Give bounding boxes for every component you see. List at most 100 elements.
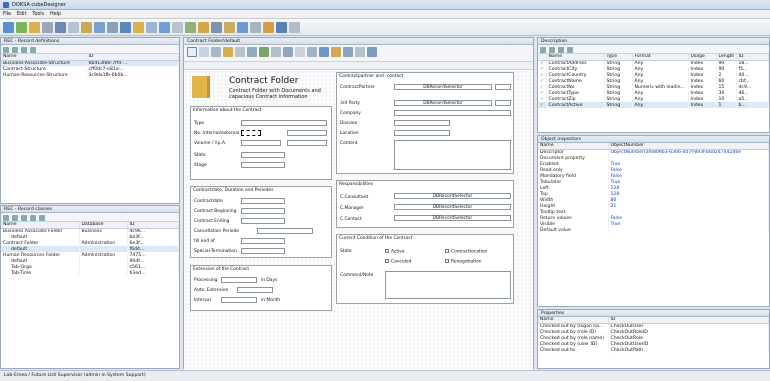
contract-partner-selector[interactable]: DBRecordSelector — [394, 84, 492, 90]
delete-icon[interactable] — [558, 46, 564, 53]
record-classes-panel: REC - Record classes Name Database ID Busi… — [0, 205, 180, 369]
info-icon[interactable] — [237, 22, 248, 33]
text-icon[interactable] — [199, 47, 209, 57]
number-internal-field[interactable] — [241, 130, 261, 136]
key-icon[interactable] — [263, 22, 274, 33]
tab-icon[interactable] — [343, 47, 353, 57]
contract-partner-field[interactable] — [495, 84, 511, 90]
delete-icon[interactable] — [21, 214, 27, 221]
third-party-field[interactable] — [495, 100, 511, 106]
dates-group: Contractdate, Duration and Periodes Cont… — [190, 186, 332, 258]
delete-icon[interactable] — [21, 46, 27, 53]
renegotiation-checkbox[interactable]: Renegotiation — [445, 259, 482, 265]
processing-field[interactable] — [221, 277, 257, 283]
memo-icon[interactable] — [295, 47, 305, 57]
check-icon[interactable] — [185, 22, 196, 33]
radio-icon[interactable] — [271, 47, 281, 57]
contractlocation-checkbox[interactable]: Contractlocation — [445, 249, 487, 255]
canceled-checkbox[interactable]: Canceled — [385, 259, 411, 265]
content-memo[interactable] — [394, 140, 511, 170]
textbox-icon[interactable] — [247, 47, 257, 57]
table-row[interactable]: Tab-Time 63ed... — [1, 270, 179, 276]
edit-icon[interactable] — [30, 46, 36, 53]
till-end-select[interactable] — [241, 238, 285, 244]
volume-year-field[interactable] — [287, 140, 327, 146]
type-select[interactable] — [241, 120, 327, 126]
menu-file[interactable]: File — [0, 10, 14, 18]
comment-memo[interactable] — [385, 271, 511, 299]
form-canvas: Contract Folder Contract Folder with Doc… — [184, 70, 533, 370]
stage-select[interactable] — [241, 162, 285, 168]
contact-selector[interactable]: DBRecordSelector — [394, 215, 511, 221]
division-select[interactable] — [394, 120, 450, 126]
settings-icon[interactable] — [250, 22, 261, 33]
main-toolbar — [0, 19, 770, 36]
contract-ending-field[interactable] — [241, 218, 285, 224]
menu-tools[interactable]: Tools — [29, 10, 47, 18]
consultant-selector[interactable]: DBRecordSelector — [394, 193, 511, 199]
label-icon[interactable] — [211, 47, 221, 57]
refresh-icon[interactable] — [39, 214, 45, 221]
table-row[interactable]: Checked out to CheckOutPath — [538, 347, 769, 353]
link-icon[interactable] — [211, 22, 222, 33]
pointer-icon[interactable] — [187, 47, 197, 57]
property-row[interactable]: Default value — [538, 227, 769, 233]
folder-icon[interactable] — [133, 22, 144, 33]
state-select[interactable] — [241, 152, 285, 158]
button-icon[interactable] — [235, 47, 245, 57]
grid-icon[interactable] — [146, 22, 157, 33]
interval-field[interactable] — [221, 297, 257, 303]
description-title: Description — [538, 38, 769, 45]
combo-icon[interactable] — [283, 47, 293, 57]
open-icon[interactable] — [16, 22, 27, 33]
add-icon[interactable] — [3, 46, 9, 53]
selector-icon[interactable] — [355, 47, 365, 57]
table-icon[interactable] — [159, 22, 170, 33]
paste-icon[interactable] — [81, 22, 92, 33]
number-external-field[interactable] — [287, 130, 327, 136]
special-termination-field[interactable] — [241, 248, 285, 254]
menu-edit[interactable]: Edit — [14, 10, 29, 18]
add-icon[interactable] — [540, 46, 546, 53]
new-icon[interactable] — [3, 22, 14, 33]
contractdate-field[interactable] — [241, 198, 285, 204]
help-icon[interactable] — [289, 22, 300, 33]
volume-field[interactable] — [241, 140, 281, 146]
object-inspector-title: Object inspectors — [538, 136, 769, 143]
table-row[interactable]: Human-Resources-Structure 3c9da1fb-6b0b..… — [1, 72, 179, 78]
add-icon[interactable] — [3, 214, 9, 221]
edit-icon[interactable] — [567, 46, 573, 53]
form-icon[interactable] — [120, 22, 131, 33]
group-icon[interactable] — [331, 47, 341, 57]
checkbox-icon[interactable] — [259, 47, 269, 57]
manager-selector[interactable]: DBRecordSelector — [394, 204, 511, 210]
copy-icon[interactable] — [68, 22, 79, 33]
copy-icon[interactable] — [549, 46, 555, 53]
align-icon[interactable] — [367, 47, 377, 57]
contract-beginning-field[interactable] — [241, 208, 285, 214]
edit-icon[interactable] — [198, 22, 209, 33]
cut-icon[interactable] — [55, 22, 66, 33]
active-checkbox[interactable]: Active — [385, 249, 405, 255]
location-select[interactable] — [394, 130, 450, 136]
copy-icon[interactable] — [12, 214, 18, 221]
save-icon[interactable] — [29, 22, 40, 33]
grid-icon[interactable] — [319, 47, 329, 57]
edit-icon[interactable] — [30, 214, 36, 221]
users-icon[interactable] — [276, 22, 287, 33]
third-party-selector[interactable]: DBRecordSelector — [394, 100, 492, 106]
undo-icon[interactable] — [94, 22, 105, 33]
copy-icon[interactable] — [12, 46, 18, 53]
auto-extension-field[interactable] — [237, 287, 273, 293]
date-icon[interactable] — [307, 47, 317, 57]
column-header[interactable]: Length — [716, 54, 737, 61]
cancellation-period-select[interactable] — [257, 228, 313, 234]
redo-icon[interactable] — [107, 22, 118, 33]
list-icon[interactable] — [172, 22, 183, 33]
lock-icon[interactable] — [224, 22, 235, 33]
menu-help[interactable]: Help — [47, 10, 64, 18]
table-row[interactable]: ✓ ContractActive String Any Index 1 b... — [538, 102, 769, 108]
image-icon[interactable] — [223, 47, 233, 57]
company-select[interactable] — [394, 110, 511, 116]
print-icon[interactable] — [42, 22, 53, 33]
